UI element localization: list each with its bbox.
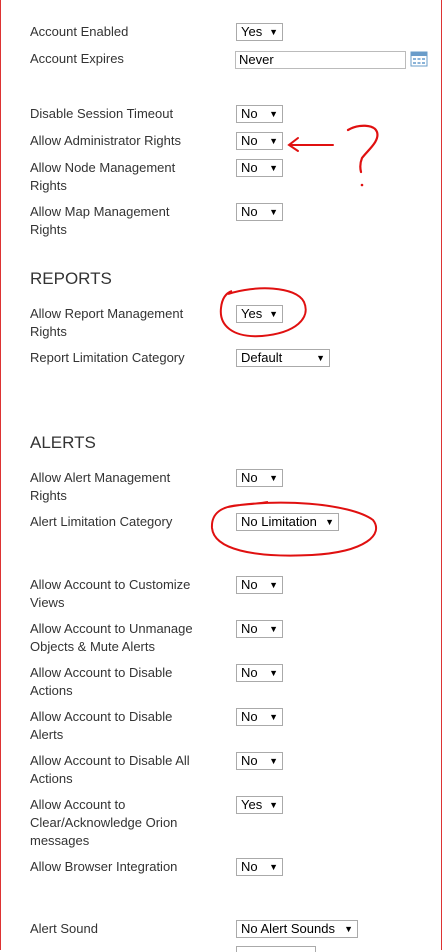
label-alert-sound: Alert Sound	[30, 921, 98, 936]
select-value: No	[241, 665, 258, 680]
label-line: Allow Account to Disable All	[30, 753, 190, 768]
label-clear-ack: Allow Account to Clear/Acknowledge Orion…	[30, 796, 215, 850]
caret-down-icon: ▼	[269, 207, 278, 217]
select-value: No	[241, 753, 258, 768]
select-value: No	[241, 470, 258, 485]
label-alert-limit-cat: Alert Limitation Category	[30, 514, 173, 529]
disable-session-timeout-select[interactable]: No ▼	[236, 105, 283, 123]
caret-down-icon: ▼	[269, 668, 278, 678]
browser-integration-select[interactable]: No ▼	[236, 858, 283, 876]
label-line: Views	[30, 595, 65, 610]
select-value: No	[241, 709, 258, 724]
label-line: Allow Account to Unmanage	[30, 621, 193, 636]
unmanage-objects-select[interactable]: No ▼	[236, 620, 283, 638]
caret-down-icon: ▼	[269, 712, 278, 722]
label-allow-map-mgmt: Allow Map Management Rights	[30, 203, 215, 239]
label-browser-integration: Allow Browser Integration	[30, 859, 178, 874]
label-report-limit-cat: Report Limitation Category	[30, 350, 185, 365]
label-line: messages	[30, 833, 90, 848]
label-line: Allow Map Management	[30, 204, 170, 219]
label-line: Allow Account to Disable	[30, 709, 173, 724]
select-value: Yes	[241, 797, 263, 812]
label-line: Allow Account to	[30, 797, 126, 812]
caret-down-icon: ▼	[269, 862, 278, 872]
label-allow-admin-rights: Allow Administrator Rights	[30, 133, 181, 148]
label-line: Rights	[30, 178, 67, 193]
select-value: No	[241, 577, 258, 592]
select-value: No Limitation	[241, 514, 317, 529]
allow-node-mgmt-select[interactable]: No ▼	[236, 159, 283, 177]
allow-report-mgmt-select[interactable]: Yes ▼	[236, 305, 283, 323]
select-value: No	[241, 133, 258, 148]
caret-down-icon: ▼	[269, 800, 278, 810]
account-enabled-select[interactable]: Yes ▼	[236, 23, 283, 41]
label-account-enabled: Account Enabled	[30, 24, 129, 39]
label-disable-session-timeout: Disable Session Timeout	[30, 106, 174, 121]
caret-down-icon: ▼	[316, 353, 325, 363]
label-customize-views: Allow Account to Customize Views	[30, 576, 215, 612]
label-account-expires: Account Expires	[30, 51, 124, 66]
label-line: Allow Account to Customize	[30, 577, 191, 592]
account-expires-input[interactable]: Never	[235, 51, 406, 69]
label-line: Actions	[30, 683, 73, 698]
report-limit-cat-select[interactable]: Default ▼	[236, 349, 330, 367]
select-value: No	[241, 204, 258, 219]
label-line: Objects & Mute Alerts	[30, 639, 155, 654]
section-heading-reports: REPORTS	[30, 269, 112, 288]
label-line: Alerts	[30, 727, 64, 742]
clear-ack-select[interactable]: Yes ▼	[236, 796, 283, 814]
section-heading-alerts: ALERTS	[30, 433, 96, 452]
select-value: No	[241, 160, 258, 175]
disable-actions-select[interactable]: No ▼	[236, 664, 283, 682]
label-line: Rights	[30, 222, 67, 237]
caret-down-icon: ▼	[325, 517, 334, 527]
label-line: Allow Account to Disable	[30, 665, 173, 680]
label-disable-alerts: Allow Account to Disable Alerts	[30, 708, 215, 744]
disable-alerts-select[interactable]: No ▼	[236, 708, 283, 726]
allow-admin-rights-select[interactable]: No ▼	[236, 132, 283, 150]
alert-limit-cat-select[interactable]: No Limitation ▼	[236, 513, 339, 531]
label-disable-actions: Allow Account to Disable Actions	[30, 664, 215, 700]
label-disable-all-actions: Allow Account to Disable All Actions	[30, 752, 215, 788]
select-value: No	[241, 621, 258, 636]
select-value: Default	[241, 350, 283, 365]
label-line: Actions	[30, 771, 73, 786]
label-line: Allow Alert Management	[30, 470, 171, 485]
label-line: Clear/Acknowledge Orion	[30, 815, 178, 830]
label-line: Rights	[30, 488, 67, 503]
alert-sound-select[interactable]: No Alert Sounds ▼	[236, 920, 358, 938]
caret-down-icon: ▼	[269, 27, 278, 37]
label-allow-report-mgmt: Allow Report Management Rights	[30, 305, 215, 341]
label-allow-node-mgmt: Allow Node Management Rights	[30, 159, 215, 195]
caret-down-icon: ▼	[269, 309, 278, 319]
caret-down-icon: ▼	[269, 624, 278, 634]
disable-all-actions-select[interactable]: No ▼	[236, 752, 283, 770]
label-unmanage-objects: Allow Account to Unmanage Objects & Mute…	[30, 620, 215, 656]
select-value: Yes	[241, 306, 263, 321]
select-value: No Alert Sounds	[241, 921, 335, 936]
select-value: No	[241, 859, 258, 874]
calendar-icon[interactable]	[410, 51, 428, 67]
caret-down-icon: ▼	[269, 163, 278, 173]
allow-alert-mgmt-select[interactable]: No ▼	[236, 469, 283, 487]
select-value: Yes	[241, 24, 263, 39]
caret-down-icon: ▼	[269, 136, 278, 146]
allow-map-mgmt-select[interactable]: No ▼	[236, 203, 283, 221]
label-line: Allow Report Management	[30, 306, 184, 321]
label-line: Allow Node Management	[30, 160, 176, 175]
label-allow-alert-mgmt: Allow Alert Management Rights	[30, 469, 215, 505]
next-select-partial[interactable]	[236, 946, 316, 952]
label-line: Rights	[30, 324, 67, 339]
select-value: No	[241, 106, 258, 121]
caret-down-icon: ▼	[344, 924, 353, 934]
caret-down-icon: ▼	[269, 580, 278, 590]
caret-down-icon: ▼	[269, 109, 278, 119]
customize-views-select[interactable]: No ▼	[236, 576, 283, 594]
caret-down-icon: ▼	[269, 756, 278, 766]
caret-down-icon: ▼	[269, 473, 278, 483]
